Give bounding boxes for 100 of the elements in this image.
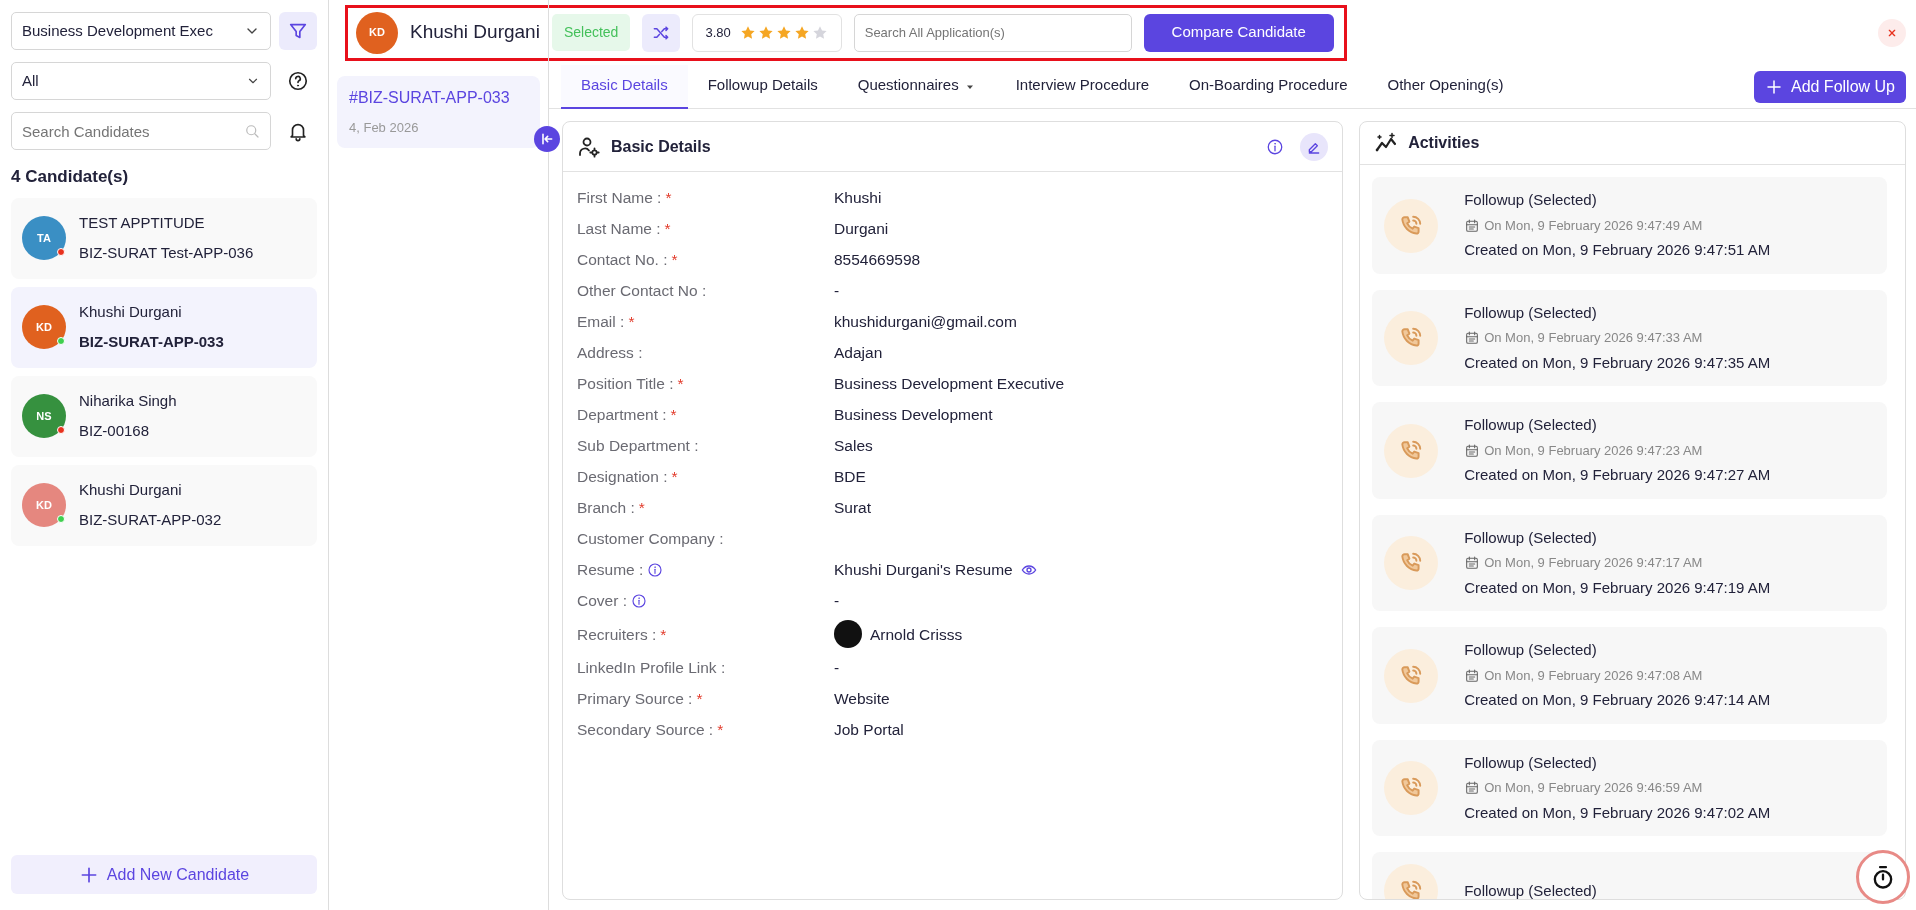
tab[interactable]: Followup Details — [687, 64, 838, 109]
required-mark: * — [664, 219, 671, 240]
required-mark: * — [638, 498, 645, 519]
candidate-item[interactable]: KD Khushi Durgani BIZ-SURAT-APP-033 — [11, 286, 317, 368]
field-label: Primary Source : — [577, 689, 693, 710]
candidate-code: BIZ-00168 — [79, 421, 151, 441]
activity-created: Created on Mon, 9 February 2026 9:47:51 AM — [1464, 240, 1771, 261]
field-label: First Name : — [577, 188, 662, 209]
activity-date: On Mon, 9 February 2026 9:47:08 AM — [1484, 666, 1703, 685]
field-value: - — [834, 591, 840, 612]
tab[interactable]: Questionnaires — [837, 64, 996, 109]
rating-value: 3.80 — [705, 23, 731, 42]
application-date: 4, Feb 2026 — [349, 119, 420, 137]
activity-date: On Mon, 9 February 2026 9:46:59 AM — [1484, 779, 1703, 798]
card-title: Activities — [1408, 133, 1480, 154]
field-value: Durgani — [834, 219, 889, 240]
field-label: Branch : — [577, 498, 635, 519]
activity-date: On Mon, 9 February 2026 9:47:33 AM — [1484, 329, 1703, 348]
add-follow-up-button[interactable]: Add Follow Up — [1753, 70, 1906, 103]
required-mark: * — [677, 374, 684, 395]
avatar: TA — [22, 216, 66, 260]
application-item[interactable]: #BIZ-SURAT-APP-033 4, Feb 2026 — [337, 76, 540, 148]
shuffle-button[interactable] — [642, 13, 681, 52]
add-candidate-button[interactable]: Add New Candidate — [11, 855, 317, 894]
filter-button[interactable] — [279, 12, 317, 50]
edit-button[interactable] — [1300, 132, 1329, 161]
application-code: #BIZ-SURAT-APP-033 — [349, 88, 511, 108]
candidate-item[interactable]: NS Niharika Singh BIZ-00168 — [11, 375, 317, 457]
help-icon — [287, 70, 309, 92]
search-field[interactable]: Search All Application(s) — [853, 13, 1132, 52]
field-label: LinkedIn Profile Link : — [577, 658, 726, 679]
field-value: - — [834, 281, 840, 302]
activity-title: Followup (Selected) — [1464, 302, 1598, 323]
required-mark: * — [696, 689, 703, 710]
calendar-icon — [1464, 330, 1481, 347]
avatar: KD — [356, 11, 398, 54]
required-mark: * — [665, 188, 672, 209]
field-label: Position Title : — [577, 374, 674, 395]
field-label: Cover : — [577, 591, 627, 612]
activity-title: Followup (Selected) — [1464, 881, 1597, 899]
activity-title: Followup (Selected) — [1464, 415, 1598, 436]
required-mark: * — [628, 312, 635, 333]
field-value: Arnold Crisss — [870, 624, 963, 645]
tab[interactable]: On-Boarding Procedure — [1169, 64, 1368, 109]
field-label: Last Name : — [577, 219, 661, 240]
field-label: Designation : — [577, 467, 668, 488]
field-label: Contact No. : — [577, 250, 668, 271]
field-value: khushidurgani@gmail.com — [834, 312, 1017, 333]
tab[interactable]: Interview Procedure — [995, 64, 1170, 109]
field-value: Surat — [834, 498, 872, 519]
collapse-button[interactable] — [534, 126, 560, 152]
field-label: Other Contact No : — [577, 281, 707, 302]
field-label: Sub Department : — [577, 436, 699, 457]
avatar: KD — [22, 305, 66, 349]
activity-title: Followup (Selected) — [1464, 640, 1598, 661]
field-label: Secondary Source : — [577, 720, 714, 741]
required-mark: * — [670, 405, 677, 426]
required-mark: * — [660, 624, 667, 645]
info-icon — [1266, 137, 1285, 156]
candidate-item[interactable]: KD Khushi Durgani BIZ-SURAT-APP-032 — [11, 464, 317, 546]
calendar-icon — [1464, 667, 1481, 684]
field-label: Address : — [577, 343, 643, 364]
field-label: Customer Company : — [577, 529, 724, 550]
calendar-icon — [1464, 555, 1481, 572]
activity-created: Created on Mon, 9 February 2026 9:47:27 AM — [1464, 465, 1771, 486]
required-mark: * — [671, 467, 678, 488]
compare-button[interactable]: Compare Candidate — [1143, 13, 1334, 52]
calendar-icon — [1464, 780, 1481, 797]
activity-title: Followup (Selected) — [1464, 527, 1598, 548]
required-mark: * — [671, 250, 678, 271]
avatar — [834, 620, 862, 649]
search-icon — [243, 122, 261, 140]
activity-created: Created on Mon, 9 February 2026 9:47:14 AM — [1464, 690, 1771, 711]
candidate-item[interactable]: TA TEST APPTITUDE BIZ-SURAT Test-APP-036 — [11, 197, 317, 279]
field-value: Job Portal — [834, 720, 904, 741]
position-select[interactable]: Business Development Exec — [11, 12, 271, 50]
activity-date: On Mon, 9 February 2026 9:47:23 AM — [1484, 441, 1703, 460]
candidate-name: Khushi Durgani — [79, 479, 183, 500]
field-label: Recruiters : — [577, 624, 657, 645]
field-value: Website — [834, 689, 890, 710]
field-label: Department : — [577, 405, 667, 426]
calendar-icon — [1464, 442, 1481, 459]
activity-created: Created on Mon, 9 February 2026 9:47:35 AM — [1464, 352, 1771, 373]
avatar: KD — [22, 483, 66, 527]
search-field[interactable]: Search Candidates — [11, 112, 271, 150]
candidate-name: Khushi Durgani — [410, 20, 540, 45]
tab[interactable]: Basic Details — [561, 64, 688, 109]
activity-date: On Mon, 9 February 2026 9:47:17 AM — [1484, 554, 1703, 573]
candidate-name: TEST APPTITUDE — [79, 212, 206, 233]
activity-created: Created on Mon, 9 February 2026 9:47:19 AM — [1464, 577, 1771, 598]
field-value: BDE — [834, 467, 866, 488]
candidate-code: BIZ-SURAT-APP-033 — [79, 332, 224, 352]
avatar: NS — [22, 394, 66, 438]
file-link[interactable]: Khushi Durgani's Resume — [834, 558, 1013, 582]
tab[interactable]: Other Opening(s) — [1367, 64, 1524, 109]
activity-title: Followup (Selected) — [1464, 752, 1598, 773]
activity-title: Followup (Selected) — [1464, 190, 1598, 211]
candidate-name: Khushi Durgani — [79, 301, 183, 322]
candidate-code: BIZ-SURAT Test-APP-036 — [79, 243, 254, 263]
status-select[interactable]: All — [11, 62, 271, 100]
